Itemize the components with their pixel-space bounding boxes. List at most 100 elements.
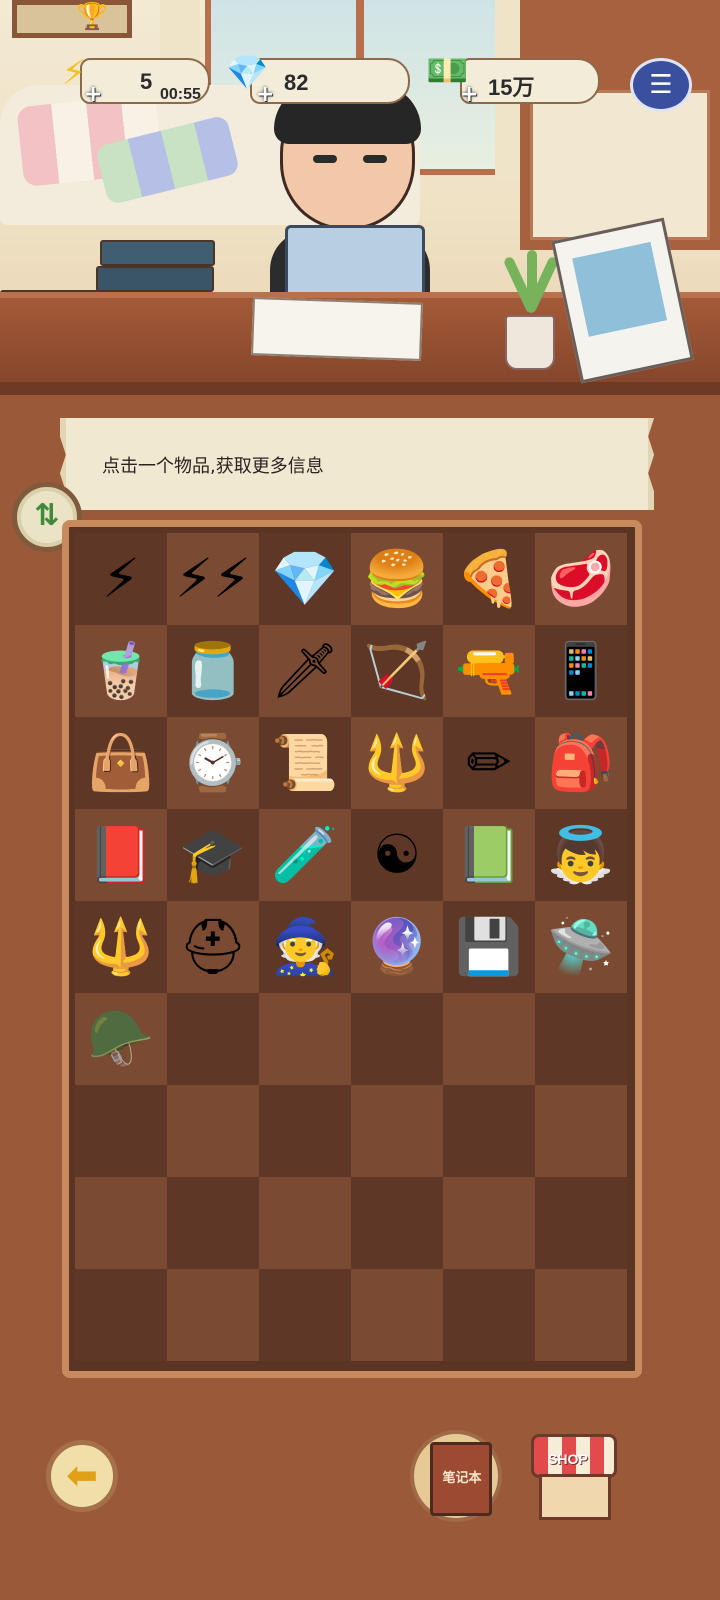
inventory-slot[interactable]: 🧪 (259, 809, 351, 901)
inventory-slot[interactable]: 🎒 (535, 717, 627, 809)
money-plus-icon[interactable]: + (460, 82, 478, 107)
inventory-slot[interactable]: 🏹 (351, 625, 443, 717)
empty-inventory-slot (167, 1269, 259, 1361)
wall-picture (12, 0, 132, 38)
inventory-slot[interactable]: 📱 (535, 625, 627, 717)
inventory-slot[interactable]: 🗡 (259, 625, 351, 717)
inventory-slot[interactable]: 🔱 (75, 901, 167, 993)
wristwatch-item: ⌚ (179, 731, 247, 794)
energy-value: 5 (140, 69, 153, 94)
notes-menu-icon: ☰ (649, 70, 673, 100)
triple-lightning-item: ⚡⚡ (175, 547, 251, 610)
plant-pot (505, 315, 555, 370)
gem-plus-icon[interactable]: + (256, 82, 274, 107)
inventory-slot[interactable]: 💾 (443, 901, 535, 993)
potted-plant (502, 250, 560, 370)
notebook-button[interactable]: 笔记本 (410, 1430, 502, 1522)
inventory-slot[interactable]: 🍕 (443, 533, 535, 625)
cabinet (530, 90, 710, 240)
backpack-item: 🎒 (547, 731, 615, 794)
empty-inventory-slot (535, 1269, 627, 1361)
empty-inventory-slot (259, 1085, 351, 1177)
steak-item: 🥩 (547, 547, 615, 610)
pizza-slice-item: 🍕 (455, 547, 523, 610)
paper-sheet (251, 297, 423, 361)
inventory-slot[interactable]: 📕 (75, 809, 167, 901)
inventory-slot[interactable]: ☯ (351, 809, 443, 901)
empty-inventory-slot (259, 1269, 351, 1361)
inventory-slot[interactable]: 🫙 (167, 625, 259, 717)
character-eye (363, 155, 387, 163)
calendar-picture (572, 241, 668, 337)
lightning-bolt-item: ⚡ (102, 547, 140, 610)
notebook-icon: 笔记本 (430, 1442, 492, 1516)
empty-inventory-slot (75, 1177, 167, 1269)
trophy-icon: 🏆 (76, 2, 109, 32)
shop-building-icon (539, 1474, 611, 1520)
angel-wings-item: 👼 (547, 823, 615, 886)
bagua-mirror-item: ☯ (372, 823, 422, 886)
computer-chip-item: 💾 (455, 915, 523, 978)
empty-inventory-slot (351, 993, 443, 1085)
book (96, 266, 214, 292)
textbook-item: 📕 (87, 823, 155, 886)
empty-inventory-slot (259, 993, 351, 1085)
desk-edge (0, 382, 720, 395)
inventory-slot[interactable]: 👜 (75, 717, 167, 809)
inventory-slot[interactable]: 🍔 (351, 533, 443, 625)
empty-inventory-slot (443, 993, 535, 1085)
juice-jar-item: 🫙 (179, 639, 247, 702)
shop-awning-icon: SHOP (531, 1434, 617, 1478)
empty-inventory-slot (75, 1085, 167, 1177)
inventory-slot[interactable]: 🔫 (443, 625, 535, 717)
notes-menu-button[interactable]: ☰ (630, 58, 692, 112)
notebook-label: 笔记本 (442, 1471, 482, 1486)
empty-inventory-slot (535, 1177, 627, 1269)
inventory-slot[interactable]: 🛸 (535, 901, 627, 993)
empty-inventory-slot (167, 993, 259, 1085)
energy-plus-icon[interactable]: + (84, 82, 102, 107)
info-banner: 点击一个物品,获取更多信息 (60, 418, 654, 510)
stormtrooper-helmet-item: 🪖 (87, 1007, 155, 1070)
inventory-slot[interactable]: 📜 (259, 717, 351, 809)
inventory-slot[interactable]: ⛑ (167, 901, 259, 993)
empty-inventory-slot (535, 993, 627, 1085)
info-banner-text: 点击一个物品,获取更多信息 (102, 456, 324, 477)
inventory-slot[interactable]: ⚡⚡ (167, 533, 259, 625)
trident-item: 🔱 (87, 915, 155, 978)
inventory-slot[interactable]: ⌚ (167, 717, 259, 809)
inventory-slot[interactable]: 📗 (443, 809, 535, 901)
empty-inventory-slot (443, 1269, 535, 1361)
shop-button[interactable]: SHOP (525, 1430, 625, 1526)
inventory-slot[interactable]: 👼 (535, 809, 627, 901)
inventory-slot[interactable]: ✏ (443, 717, 535, 809)
sword-item: 🗡 (270, 639, 340, 702)
viking-helmet-item: ⛑ (178, 915, 248, 978)
empty-inventory-slot (351, 1177, 443, 1269)
bubble-tea-item: 🧋 (87, 639, 155, 702)
inventory-slot[interactable]: 💎 (259, 533, 351, 625)
inventory-slot[interactable]: 🧙 (259, 901, 351, 993)
pencil-item: ✏ (466, 731, 512, 794)
graduation-cap-item: 🎓 (179, 823, 247, 886)
potion-bottle-item: 🧪 (271, 823, 339, 886)
gem-value: 82 (284, 70, 309, 95)
empty-inventory-slot (259, 1177, 351, 1269)
room-scene: 🏆 5 00:55 ⚡ + 82 💎 + 15万 💵 + ☰ (0, 0, 720, 395)
inventory-slot[interactable]: 🔮 (351, 901, 443, 993)
back-button[interactable]: ⬅ (46, 1440, 118, 1512)
inventory-slot[interactable]: 🪖 (75, 993, 167, 1085)
wizard-hat-item: 🧙 (271, 915, 339, 978)
book (100, 240, 215, 266)
inventory-slot[interactable]: 🎓 (167, 809, 259, 901)
energy-timer: 00:55 (160, 86, 201, 103)
inventory-slot[interactable]: 🥩 (535, 533, 627, 625)
back-arrow-icon: ⬅ (66, 1453, 98, 1497)
money-counter[interactable]: 15万 (460, 58, 600, 104)
empty-inventory-slot (443, 1177, 535, 1269)
inventory-slot[interactable]: ⚡ (75, 533, 167, 625)
inventory-slot[interactable]: 🧋 (75, 625, 167, 717)
inventory-slot[interactable]: 🔱 (351, 717, 443, 809)
spear-item: 🔱 (363, 731, 431, 794)
talisman-item: 📗 (455, 823, 523, 886)
